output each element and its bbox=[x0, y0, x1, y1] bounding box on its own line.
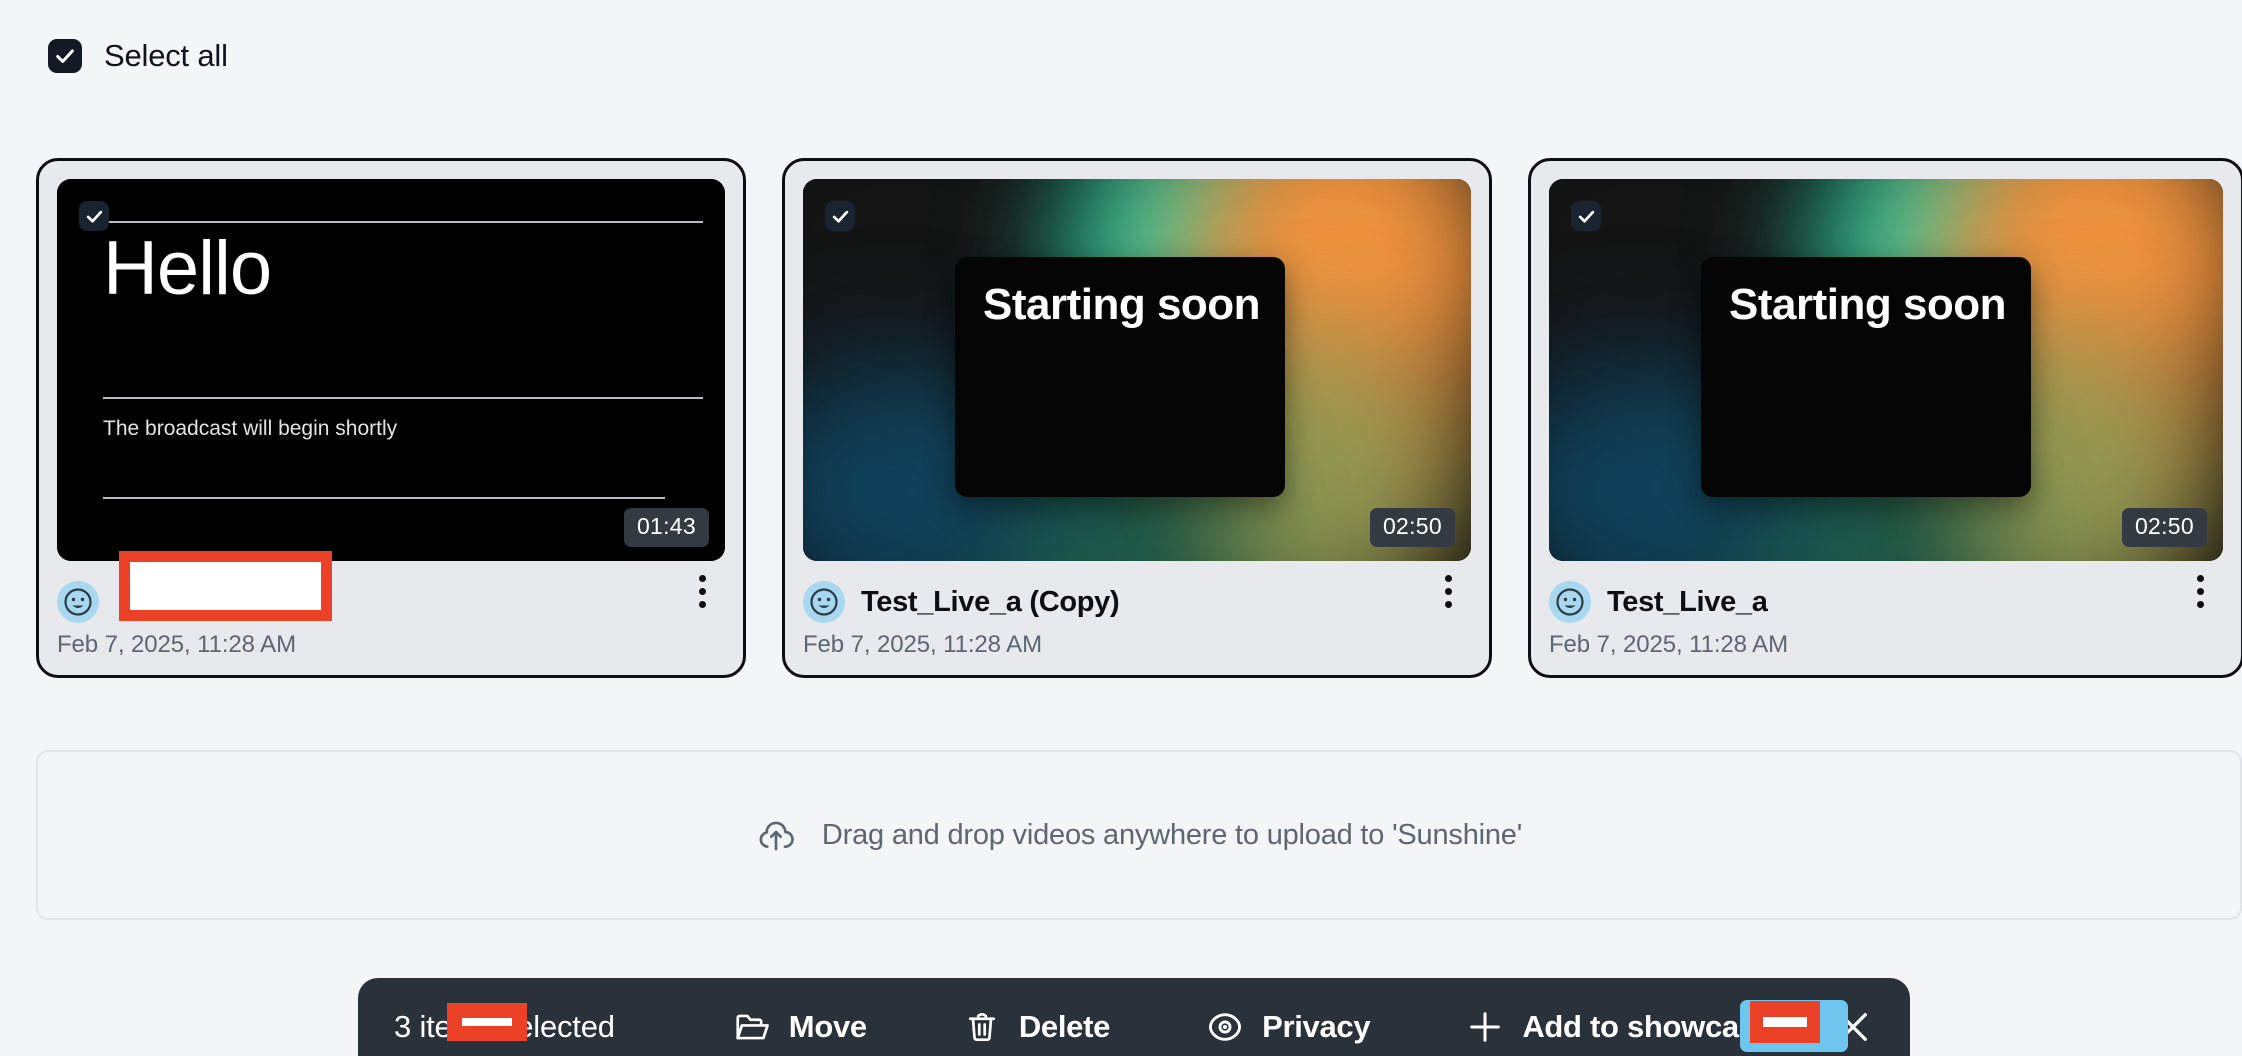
video-date: Feb 7, 2025, 11:28 AM bbox=[803, 631, 1042, 658]
video-grid: Hello The broadcast will begin shortly 0… bbox=[36, 158, 2242, 678]
thumbnail-heading: Starting soon bbox=[983, 280, 1261, 329]
slate-subtext: The broadcast will begin shortly bbox=[103, 417, 398, 440]
eye-icon bbox=[1209, 1013, 1242, 1041]
card-select-checkbox[interactable] bbox=[79, 201, 109, 231]
select-all-label: Select all bbox=[104, 38, 228, 73]
redaction-box-video-title bbox=[119, 551, 332, 621]
privacy-button[interactable]: Privacy bbox=[1206, 1008, 1371, 1046]
delete-label: Delete bbox=[1018, 1009, 1111, 1044]
video-card[interactable]: Starting soon 02:50 bbox=[1528, 158, 2242, 678]
card-select-checkbox[interactable] bbox=[825, 201, 855, 231]
slate-rule-mid bbox=[103, 397, 703, 399]
slate-rule-top bbox=[103, 221, 703, 223]
video-title[interactable]: Test_Live_a bbox=[1607, 586, 1768, 619]
folder-open-icon bbox=[736, 1014, 769, 1040]
smiley-avatar-icon bbox=[64, 588, 92, 616]
delete-button[interactable]: Delete bbox=[963, 1008, 1110, 1046]
checkmark-icon bbox=[56, 49, 74, 63]
move-label: Move bbox=[788, 1009, 867, 1044]
duration-badge: 02:50 bbox=[1369, 508, 1455, 547]
checkmark-icon bbox=[1578, 210, 1594, 223]
thumbnail-inner-card: Starting soon bbox=[955, 257, 1285, 497]
smiley-avatar-icon bbox=[1556, 588, 1584, 616]
thumbnail-gradient: Starting soon bbox=[803, 179, 1471, 561]
privacy-label: Privacy bbox=[1262, 1009, 1371, 1044]
slate-rule-bottom bbox=[103, 497, 665, 499]
card-footer: Test_Live_a Feb 7, 2025, 11:28 AM bbox=[1549, 574, 2223, 659]
redaction-bar-showcase-suffix bbox=[1750, 1001, 1820, 1043]
select-all-row[interactable]: Select all bbox=[48, 38, 228, 74]
thumbnail-gradient: Starting soon bbox=[1549, 179, 2223, 561]
card-menu-button[interactable] bbox=[685, 569, 719, 613]
duration-badge: 01:43 bbox=[623, 508, 709, 547]
thumbnail-slate: Hello The broadcast will begin shortly bbox=[57, 179, 725, 561]
video-title[interactable]: Test_Live_a (Copy) bbox=[861, 586, 1119, 619]
thumbnail-inner-card: Starting soon bbox=[1701, 257, 2031, 497]
plus-icon bbox=[1470, 1012, 1501, 1042]
video-thumbnail[interactable]: Hello The broadcast will begin shortly 0… bbox=[57, 179, 725, 561]
redaction-bar-count-suffix bbox=[447, 1003, 527, 1041]
card-menu-button[interactable] bbox=[1431, 569, 1465, 613]
avatar bbox=[803, 581, 845, 623]
avatar bbox=[1549, 581, 1591, 623]
upload-dropzone[interactable]: Drag and drop videos anywhere to upload … bbox=[36, 750, 2242, 920]
slate-heading: Hello bbox=[103, 226, 272, 311]
video-date: Feb 7, 2025, 11:28 AM bbox=[57, 631, 296, 658]
checkmark-icon bbox=[86, 210, 102, 223]
video-date: Feb 7, 2025, 11:28 AM bbox=[1549, 631, 1788, 658]
card-select-checkbox[interactable] bbox=[1571, 201, 1601, 231]
move-button[interactable]: Move bbox=[733, 1008, 867, 1046]
card-menu-button[interactable] bbox=[2183, 569, 2217, 613]
video-card[interactable]: Starting soon 02:50 bbox=[782, 158, 1492, 678]
add-to-showcase-button[interactable]: Add to showcase bbox=[1466, 1008, 1773, 1046]
trash-icon bbox=[968, 1013, 995, 1042]
checkmark-icon bbox=[832, 210, 848, 223]
dropzone-text: Drag and drop videos anywhere to upload … bbox=[821, 818, 1523, 851]
avatar bbox=[57, 581, 99, 623]
add-to-showcase-label: Add to showcase bbox=[1522, 1009, 1773, 1044]
video-thumbnail[interactable]: Starting soon 02:50 bbox=[1549, 179, 2223, 561]
upload-cloud-icon bbox=[756, 815, 796, 855]
videos-library-page: Select all Hello The broadcast will begi… bbox=[0, 0, 2242, 1056]
duration-badge: 02:50 bbox=[2121, 508, 2207, 547]
bulk-action-bar: 3 items selected Move Delete bbox=[358, 978, 1910, 1056]
video-thumbnail[interactable]: Starting soon 02:50 bbox=[803, 179, 1471, 561]
card-footer: Test_Live_a (Copy) Feb 7, 2025, 11:28 AM bbox=[803, 574, 1471, 659]
smiley-avatar-icon bbox=[810, 588, 838, 616]
thumbnail-heading: Starting soon bbox=[1729, 280, 2007, 329]
select-all-checkbox[interactable] bbox=[48, 39, 82, 73]
